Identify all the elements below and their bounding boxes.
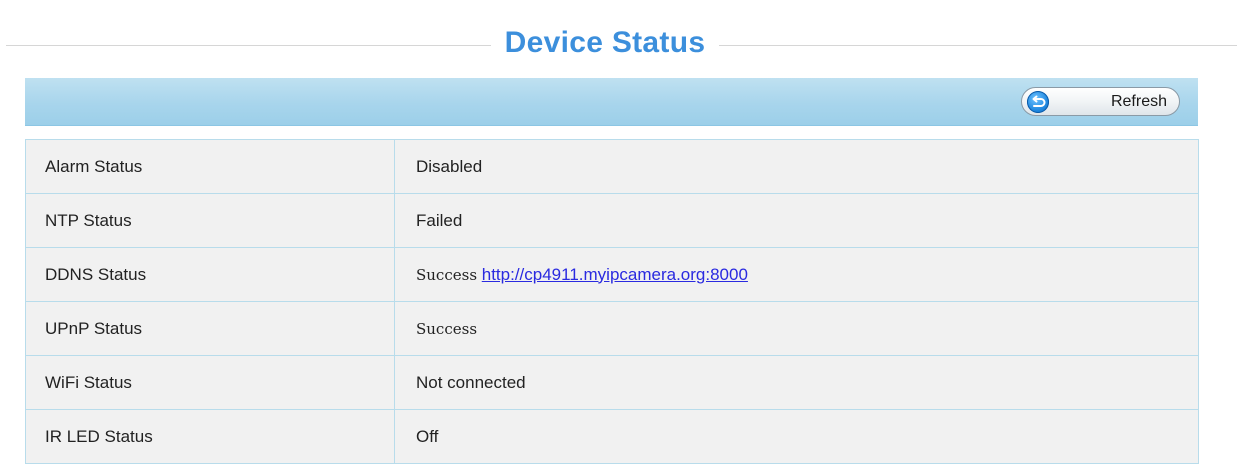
- status-table: Alarm Status Disabled NTP Status Failed …: [25, 139, 1199, 464]
- ddns-status-cell: Success http://cp4911.myipcamera.org:800…: [394, 247, 1199, 302]
- ir-led-status-value: Off: [394, 409, 1199, 464]
- page-title: Device Status: [490, 26, 720, 59]
- refresh-button[interactable]: Refresh: [1021, 87, 1180, 116]
- table-row: NTP Status Failed: [25, 193, 1199, 248]
- alarm-status-label: Alarm Status: [25, 139, 395, 194]
- wifi-status-value: Not connected: [394, 355, 1199, 410]
- ddns-status-value: Success: [416, 265, 478, 284]
- table-row: IR LED Status Off: [25, 409, 1199, 464]
- device-status-page: Device Status Refresh Alarm Status Disab…: [0, 0, 1243, 465]
- upnp-status-label: UPnP Status: [25, 301, 395, 356]
- ntp-status-value: Failed: [394, 193, 1199, 248]
- table-row: DDNS Status Success http://cp4911.myipca…: [25, 247, 1199, 302]
- ntp-status-label: NTP Status: [25, 193, 395, 248]
- refresh-label: Refresh: [1110, 93, 1167, 110]
- page-title-container: Device Status: [0, 26, 1210, 60]
- alarm-status-value: Disabled: [394, 139, 1199, 194]
- table-row: WiFi Status Not connected: [25, 355, 1199, 410]
- ddns-url-link[interactable]: http://cp4911.myipcamera.org:8000: [482, 265, 748, 284]
- table-row: UPnP Status Success: [25, 301, 1199, 356]
- ir-led-status-label: IR LED Status: [25, 409, 395, 464]
- upnp-status-value: Success: [416, 319, 478, 338]
- wifi-status-label: WiFi Status: [25, 355, 395, 410]
- upnp-status-cell: Success: [394, 301, 1199, 356]
- toolbar: Refresh: [25, 78, 1198, 126]
- ddns-status-label: DDNS Status: [25, 247, 395, 302]
- refresh-icon: [1027, 91, 1049, 113]
- table-row: Alarm Status Disabled: [25, 139, 1199, 194]
